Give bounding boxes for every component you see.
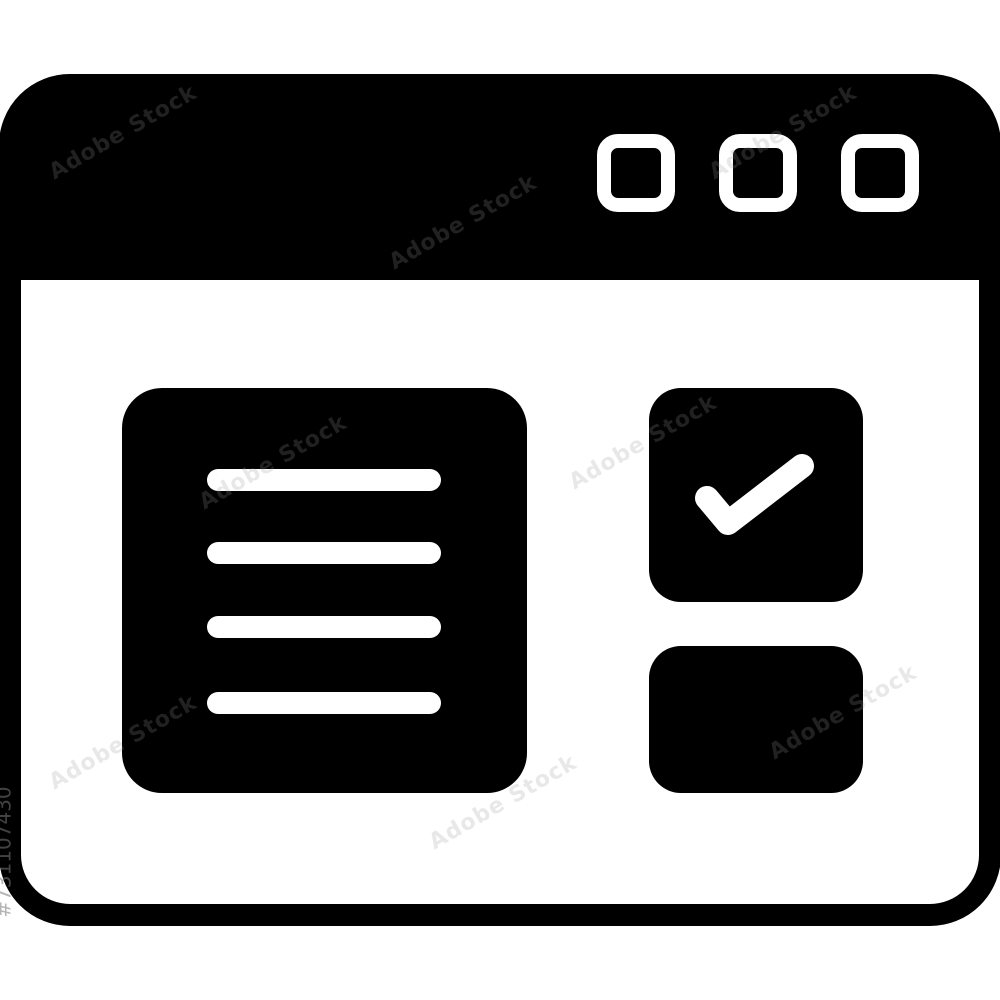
document-panel <box>122 388 527 793</box>
browser-window-checklist-icon <box>0 74 1000 926</box>
unchecked-checkbox[interactable] <box>649 646 863 793</box>
